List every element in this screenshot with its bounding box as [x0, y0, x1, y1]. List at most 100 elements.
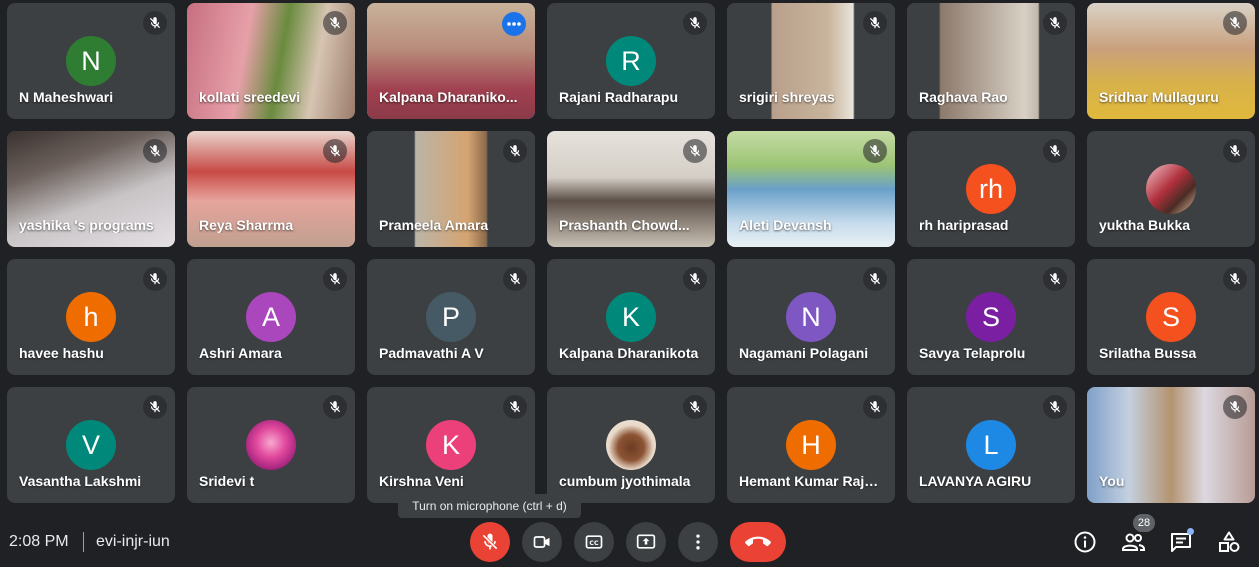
- mic-toggle-button[interactable]: [470, 522, 510, 562]
- participant-name: Sridevi t: [199, 473, 255, 489]
- mic-off-icon: [149, 17, 161, 29]
- mic-off-icon: [1229, 273, 1241, 285]
- participant-tile[interactable]: You: [1087, 387, 1255, 503]
- participant-tile[interactable]: Reya Sharrma: [187, 131, 355, 247]
- participant-tile[interactable]: yashika 's programs: [7, 131, 175, 247]
- muted-indicator: [143, 11, 167, 35]
- mic-off-icon: [869, 145, 881, 157]
- participant-tile[interactable]: P Padmavathi A V: [367, 259, 535, 375]
- mic-off-icon: [1229, 145, 1241, 157]
- captions-button[interactable]: CC: [574, 522, 614, 562]
- muted-indicator: [1223, 395, 1247, 419]
- muted-indicator: [683, 267, 707, 291]
- mic-off-icon: [869, 17, 881, 29]
- end-call-icon: [745, 536, 771, 547]
- people-button[interactable]: [1119, 528, 1147, 556]
- mic-off-icon: [689, 145, 701, 157]
- participant-name: rh hariprasad: [919, 217, 1009, 233]
- muted-indicator: [143, 395, 167, 419]
- muted-indicator: [503, 267, 527, 291]
- participant-tile[interactable]: S Savya Telaprolu: [907, 259, 1075, 375]
- tile-options-button[interactable]: [502, 12, 526, 36]
- participant-tile[interactable]: L LAVANYA AGIRU: [907, 387, 1075, 503]
- participant-tile[interactable]: cumbum jyothimala: [547, 387, 715, 503]
- mic-off-icon: [329, 273, 341, 285]
- participant-name: Rajani Radharapu: [559, 89, 679, 105]
- participant-avatar: S: [966, 292, 1016, 342]
- participant-name: Hemant Kumar Rajole: [739, 473, 883, 489]
- meeting-info-button[interactable]: [1071, 528, 1099, 556]
- participant-count-badge: 28: [1133, 514, 1155, 532]
- muted-indicator: [863, 395, 887, 419]
- mic-off-icon: [482, 533, 498, 550]
- participant-avatar: h: [66, 292, 116, 342]
- participant-tile[interactable]: Raghava Rao: [907, 3, 1075, 119]
- meeting-time: 2:08 PM: [9, 533, 69, 550]
- participant-tile[interactable]: K Kirshna Veni: [367, 387, 535, 503]
- participant-name: LAVANYA AGIRU: [919, 473, 1032, 489]
- participant-tile[interactable]: R Rajani Radharapu: [547, 3, 715, 119]
- participant-name: Aleti Devansh: [739, 217, 832, 233]
- muted-indicator: [323, 11, 347, 35]
- participant-tile[interactable]: N Nagamani Polagani: [727, 259, 895, 375]
- present-button[interactable]: [626, 522, 666, 562]
- participant-tile[interactable]: K Kalpana Dharanikota: [547, 259, 715, 375]
- muted-indicator: [143, 267, 167, 291]
- muted-indicator: [1223, 11, 1247, 35]
- muted-indicator: [1223, 267, 1247, 291]
- more-options-button[interactable]: [678, 522, 718, 562]
- participant-tile[interactable]: V Vasantha Lakshmi: [7, 387, 175, 503]
- participant-tile[interactable]: N N Maheshwari: [7, 3, 175, 119]
- participant-tile[interactable]: h havee hashu: [7, 259, 175, 375]
- mic-off-icon: [1049, 145, 1061, 157]
- participant-name: srigiri shreyas: [739, 89, 835, 105]
- participant-profile-photo: [1146, 164, 1196, 214]
- participant-avatar: L: [966, 420, 1016, 470]
- muted-indicator: [863, 267, 887, 291]
- muted-indicator: [323, 139, 347, 163]
- muted-indicator: [1223, 139, 1247, 163]
- muted-indicator: [503, 395, 527, 419]
- muted-indicator: [143, 139, 167, 163]
- participant-tile[interactable]: H Hemant Kumar Rajole: [727, 387, 895, 503]
- more-options-icon: [507, 22, 521, 26]
- mic-off-icon: [1229, 17, 1241, 29]
- muted-indicator: [1043, 11, 1067, 35]
- participant-tile[interactable]: Sridhar Mullaguru: [1087, 3, 1255, 119]
- activities-button[interactable]: [1215, 528, 1243, 556]
- participant-name: Kirshna Veni: [379, 473, 464, 489]
- participant-tile[interactable]: Kalpana Dharaniko...: [367, 3, 535, 119]
- leave-call-button[interactable]: [730, 522, 786, 562]
- mic-off-icon: [149, 145, 161, 157]
- participant-tile[interactable]: srigiri shreyas: [727, 3, 895, 119]
- camera-button[interactable]: [522, 522, 562, 562]
- participant-tile[interactable]: kollati sreedevi: [187, 3, 355, 119]
- mic-off-icon: [689, 273, 701, 285]
- muted-indicator: [503, 139, 527, 163]
- participant-tile[interactable]: rh rh hariprasad: [907, 131, 1075, 247]
- participant-name: Savya Telaprolu: [919, 345, 1026, 361]
- participant-name: Reya Sharrma: [199, 217, 294, 233]
- participant-name: yuktha Bukka: [1099, 217, 1191, 233]
- participant-tile[interactable]: S Srilatha Bussa: [1087, 259, 1255, 375]
- participant-name: N Maheshwari: [19, 89, 114, 105]
- participant-name: Prameela Amara: [379, 217, 489, 233]
- participant-tile[interactable]: Prashanth Chowd...: [547, 131, 715, 247]
- participant-name: Sridhar Mullaguru: [1099, 89, 1219, 105]
- mic-off-icon: [689, 17, 701, 29]
- participant-grid: N N Maheshwari kollati sreedevi Kalpana Dha…: [7, 3, 1255, 503]
- muted-indicator: [863, 11, 887, 35]
- toolbar-divider: [83, 532, 84, 552]
- participant-tile[interactable]: A Ashri Amara: [187, 259, 355, 375]
- participant-name: You: [1099, 473, 1125, 489]
- participant-tile[interactable]: Prameela Amara: [367, 131, 535, 247]
- participant-avatar: A: [246, 292, 296, 342]
- participant-tile[interactable]: Aleti Devansh: [727, 131, 895, 247]
- participant-tile[interactable]: Sridevi t: [187, 387, 355, 503]
- participant-name: yashika 's programs: [19, 217, 154, 233]
- participant-tile[interactable]: yuktha Bukka: [1087, 131, 1255, 247]
- participant-avatar: R: [606, 36, 656, 86]
- muted-indicator: [683, 11, 707, 35]
- participant-avatar: V: [66, 420, 116, 470]
- participant-avatar: rh: [966, 164, 1016, 214]
